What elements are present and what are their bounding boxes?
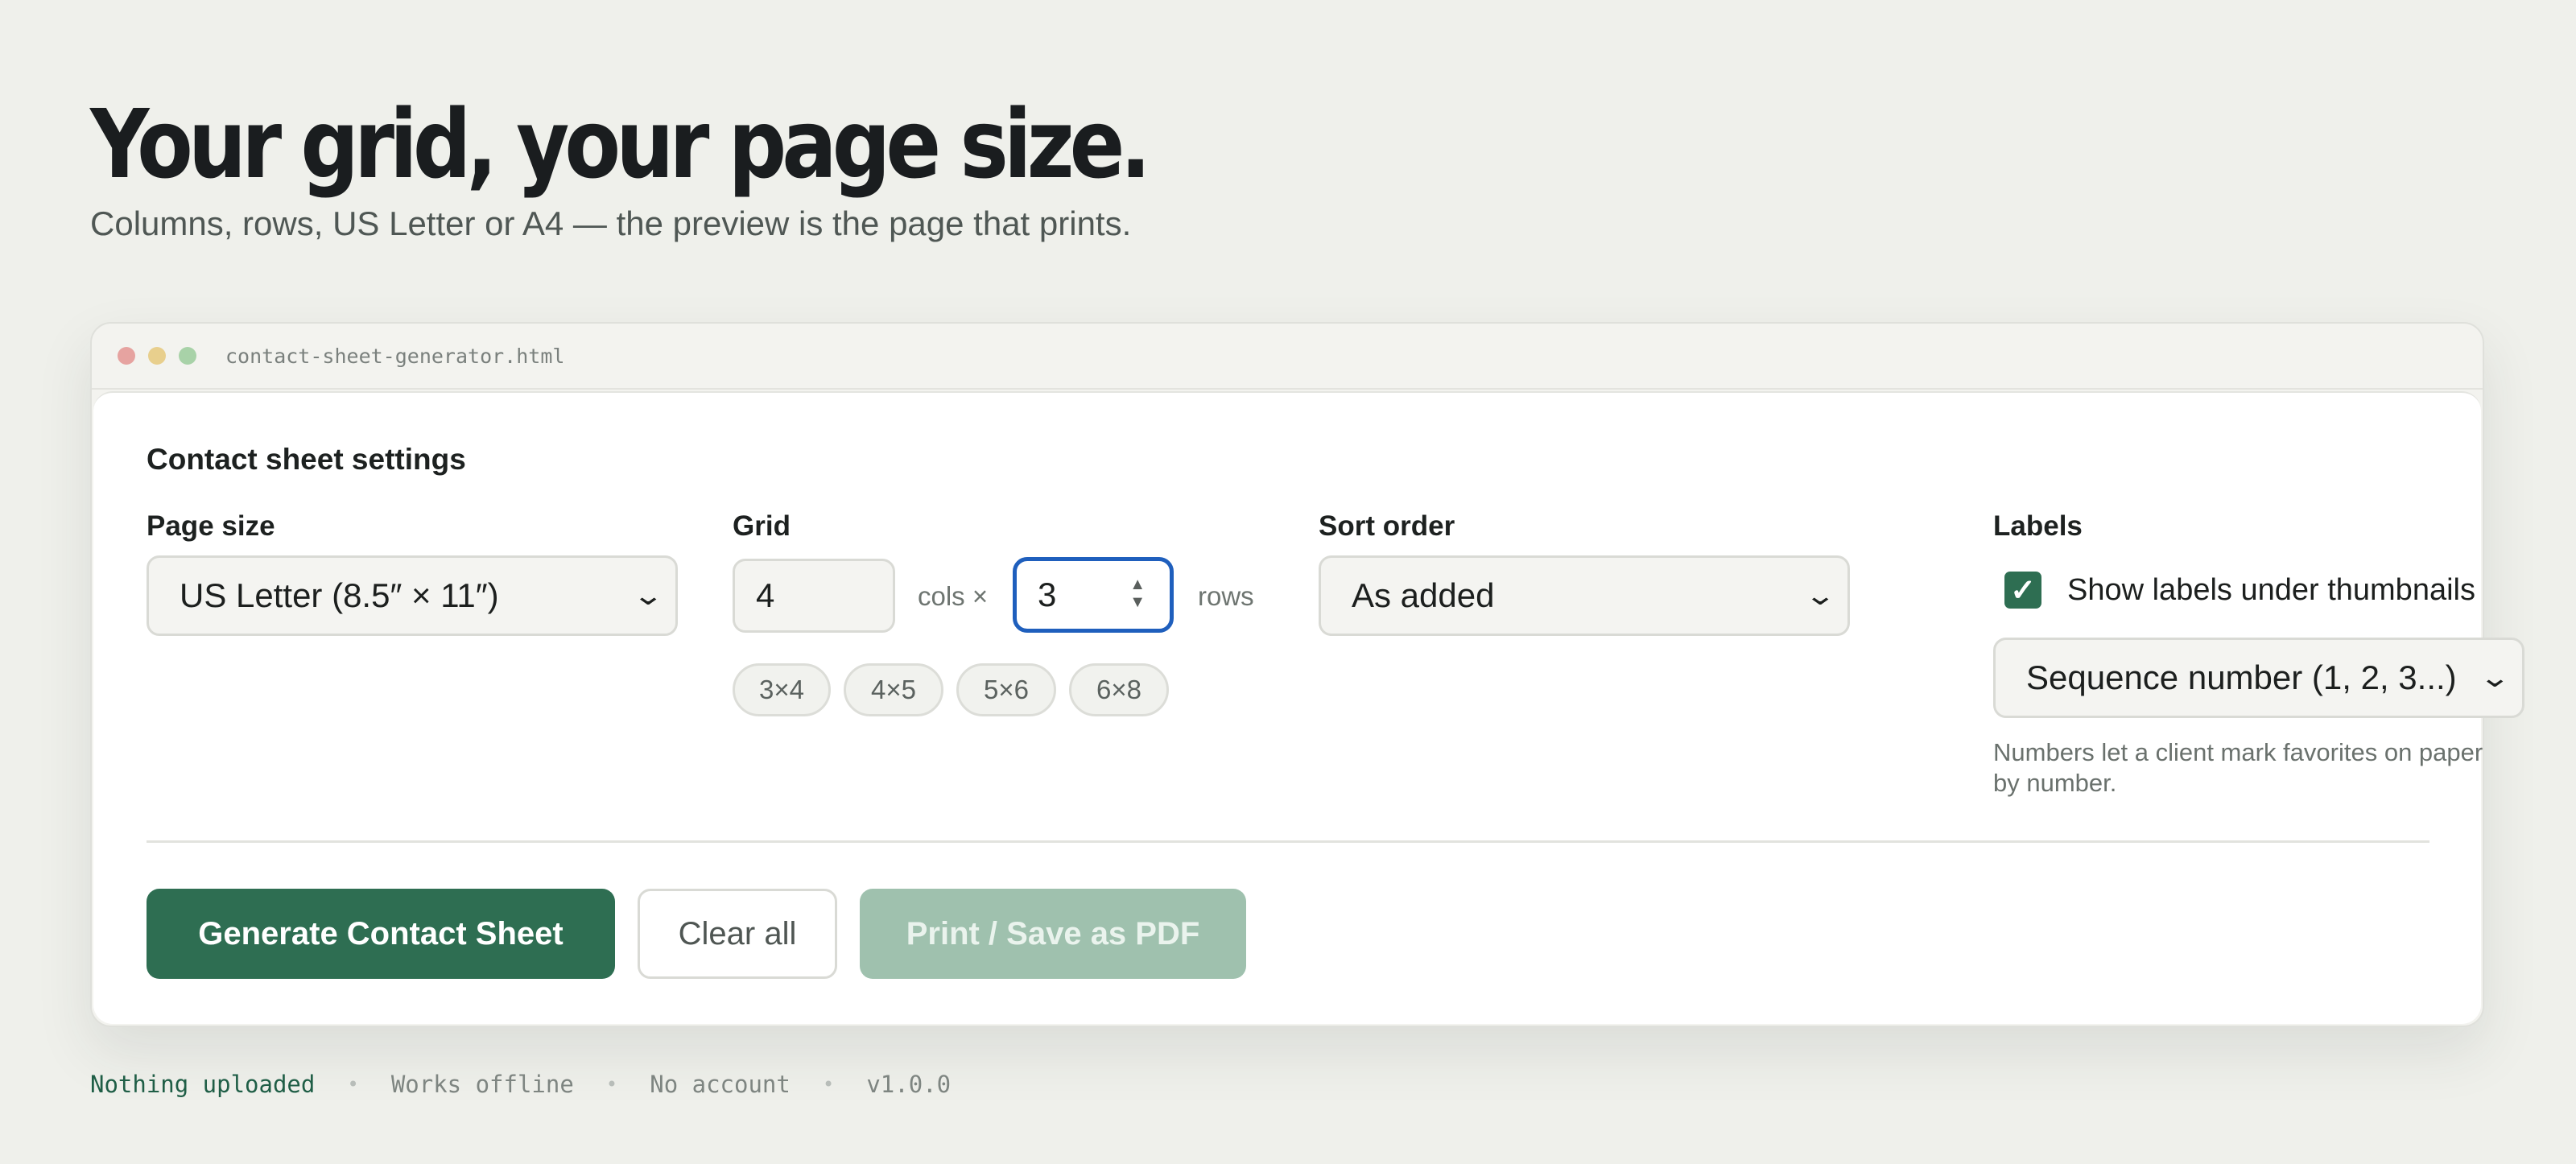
cols-unit: cols ×: [918, 581, 989, 611]
grid-preset-6x8[interactable]: 6×8: [1069, 663, 1169, 716]
print-save-pdf-button[interactable]: Print / Save as PDF: [860, 889, 1246, 979]
footer-nothing-uploaded: Nothing uploaded: [90, 1071, 316, 1098]
label-style-value: Sequence number (1, 2, 3...): [2026, 658, 2457, 696]
cols-value: 4: [756, 576, 775, 614]
footer-separator: •: [605, 1073, 618, 1096]
page-size-label: Page size: [147, 510, 275, 542]
settings-heading: Contact sheet settings: [147, 443, 466, 476]
footer-version: v1.0.0: [866, 1071, 952, 1098]
show-labels-text: Show labels under thumbnails: [2067, 572, 2475, 607]
rows-unit: rows: [1198, 581, 1254, 611]
spinner-icon[interactable]: ▲ ▼: [1129, 576, 1146, 611]
spinner-up-icon[interactable]: ▲: [1129, 576, 1146, 593]
page-size-select[interactable]: US Letter (8.5″ × 11″) ⌄: [147, 555, 678, 636]
labels-label: Labels: [1993, 510, 2083, 542]
window-title: contact-sheet-generator.html: [225, 344, 565, 368]
label-style-select[interactable]: Sequence number (1, 2, 3...) ⌄: [1993, 638, 2524, 718]
minimize-dot-icon[interactable]: [148, 347, 166, 365]
cols-input[interactable]: 4: [733, 559, 895, 633]
footer-separator: •: [347, 1073, 359, 1096]
footer-no-account: No account: [650, 1071, 791, 1098]
hero: Your grid, your page size. Columns, rows…: [90, 89, 1319, 243]
labels-hint: Numbers let a client mark favorites on p…: [1993, 738, 2483, 797]
page-size-value: US Letter (8.5″ × 11″): [180, 576, 499, 614]
grid-preset-3x4[interactable]: 3×4: [733, 663, 831, 716]
page-subtitle: Columns, rows, US Letter or A4 — the pre…: [90, 204, 1132, 242]
divider: [147, 840, 2429, 843]
grid-preset-4x5[interactable]: 4×5: [844, 663, 943, 716]
footer-works-offline: Works offline: [390, 1071, 574, 1098]
rows-input[interactable]: 3 ▲ ▼: [1013, 557, 1174, 633]
sort-order-select[interactable]: As added ⌄: [1319, 555, 1850, 636]
sort-order-label: Sort order: [1319, 510, 1455, 542]
close-dot-icon[interactable]: [118, 347, 135, 365]
clear-all-button[interactable]: Clear all: [638, 889, 837, 979]
show-labels-row[interactable]: ✓ Show labels under thumbnails: [2004, 572, 2475, 609]
footer: Nothing uploaded • Works offline • No ac…: [90, 1071, 951, 1098]
grid-preset-5x6[interactable]: 5×6: [956, 663, 1056, 716]
chevron-down-icon: ⌄: [2478, 662, 2511, 693]
page-title: Your grid, your page size.: [90, 89, 1151, 200]
check-icon: ✓: [2010, 573, 2036, 608]
spinner-down-icon[interactable]: ▼: [1129, 593, 1146, 611]
generate-contact-sheet-button[interactable]: Generate Contact Sheet: [147, 889, 615, 979]
chevron-down-icon: ⌄: [1803, 580, 1836, 611]
sort-order-value: As added: [1352, 576, 1495, 614]
show-labels-checkbox[interactable]: ✓: [2004, 572, 2041, 609]
window-titlebar: contact-sheet-generator.html: [92, 324, 2483, 390]
settings-panel: Contact sheet settings Page size US Lett…: [93, 391, 2524, 1024]
rows-value: 3: [1038, 576, 1057, 613]
chevron-down-icon: ⌄: [631, 580, 664, 611]
footer-separator: •: [822, 1073, 835, 1096]
maximize-dot-icon[interactable]: [179, 347, 196, 365]
app-window: contact-sheet-generator.html Contact she…: [90, 322, 2524, 1027]
grid-label: Grid: [733, 510, 791, 542]
